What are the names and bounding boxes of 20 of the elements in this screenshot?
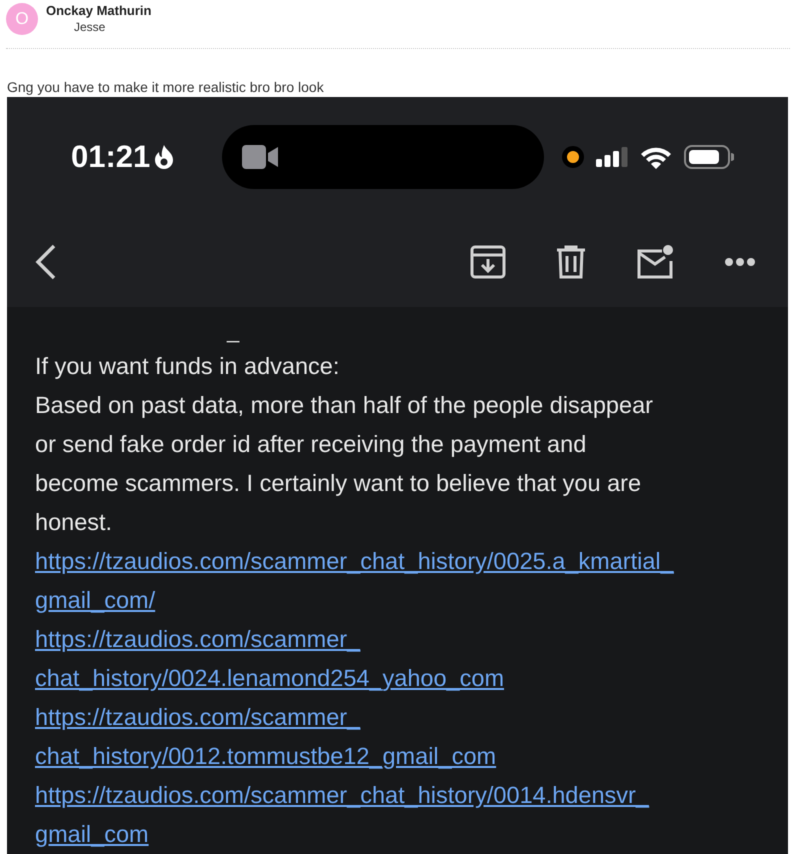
avatar: O bbox=[6, 3, 38, 35]
recipient-name: Jesse bbox=[74, 20, 106, 34]
recording-indicator bbox=[562, 146, 584, 168]
link[interactable]: https://tzaudios.com/scammer_chat_history/0014.hdensvr_ gmail_com bbox=[35, 776, 760, 854]
heading-text: If you want funds in advance: bbox=[35, 352, 340, 381]
more-icon[interactable] bbox=[724, 257, 756, 267]
sender-name: Onckay Mathurin bbox=[46, 3, 152, 18]
underscore-mark: _ bbox=[227, 321, 240, 345]
mail-icon[interactable] bbox=[636, 245, 674, 279]
flame-icon bbox=[154, 144, 174, 170]
clock-time: 01:21 bbox=[71, 139, 150, 175]
video-camera-icon bbox=[242, 145, 278, 169]
signal-icon bbox=[596, 147, 628, 167]
battery-icon bbox=[684, 145, 734, 169]
back-icon[interactable] bbox=[35, 244, 57, 280]
trash-icon[interactable] bbox=[556, 245, 586, 279]
wifi-icon bbox=[640, 145, 672, 169]
message-text: Gng you have to make it more realistic bro bro look bbox=[7, 78, 325, 97]
archive-icon[interactable] bbox=[470, 245, 506, 279]
paragraph-text: Based on past data, more than half of the people disappear or send fake order id after receiving the payment and become scammers. I certainly want to believe that you are honest. bbox=[35, 391, 654, 537]
